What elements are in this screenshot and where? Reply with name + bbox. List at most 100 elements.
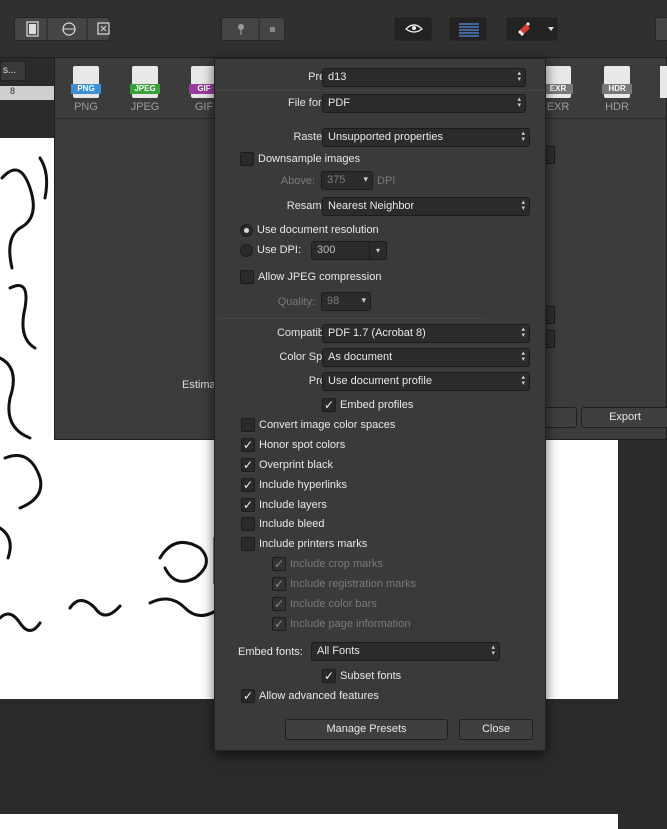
- allow-jpeg-checkbox[interactable]: [240, 270, 254, 284]
- chevron-down-icon[interactable]: ▾: [369, 241, 387, 260]
- dpi-combo[interactable]: 300 ▾: [311, 241, 387, 260]
- document-page-2: [0, 814, 618, 829]
- layers-checkbox[interactable]: ✓: [241, 498, 255, 512]
- quality-value: 98: [327, 295, 340, 307]
- honor-spot-checkbox[interactable]: ✓: [241, 438, 255, 452]
- embed-profiles-label: Embed profiles: [340, 399, 414, 411]
- close-box-icon[interactable]: [97, 22, 110, 35]
- compat-select[interactable]: PDF 1.7 (Acrobat 8) ▴ ▾: [322, 324, 530, 343]
- crop-marks-checkbox[interactable]: ✓: [272, 557, 286, 571]
- ruler-value: 8: [10, 86, 16, 96]
- profile-select[interactable]: Use document profile ▴ ▾: [322, 372, 530, 391]
- convert-colorspaces-checkbox[interactable]: [241, 418, 255, 432]
- grid-view-button[interactable]: [449, 17, 487, 41]
- document-tab[interactable]: s...: [0, 61, 26, 81]
- page-info-checkbox[interactable]: ✓: [272, 617, 286, 631]
- format-hdr-tag: HDR: [602, 84, 632, 94]
- separator: [215, 90, 545, 91]
- above-unit: DPI: [377, 175, 396, 187]
- updown-icon: ▴ ▾: [521, 199, 525, 212]
- use-doc-resolution-label: Use document resolution: [257, 224, 379, 236]
- updown-icon: ▴ ▾: [517, 96, 521, 109]
- preset-value: d13: [328, 71, 347, 83]
- downsample-label: Downsample images: [258, 153, 361, 165]
- snapping-toggle[interactable]: [506, 17, 558, 41]
- layers-label: Include layers: [259, 499, 327, 511]
- format-jpeg-label: JPEG: [130, 101, 160, 113]
- use-dpi-radio[interactable]: [240, 244, 253, 257]
- above-combo[interactable]: 375 ▾: [321, 171, 373, 190]
- allow-jpeg-label: Allow JPEG compression: [258, 271, 382, 283]
- pdf-options-dialog: Preset: d13▴▾ File format: PDF▴▾ Rasteri…: [214, 58, 546, 751]
- updown-icon: ▴ ▾: [521, 374, 525, 387]
- printers-marks-checkbox[interactable]: [241, 537, 255, 551]
- resampler-value: Nearest Neighbor: [328, 200, 415, 212]
- preset-select[interactable]: d13 ▴ ▾: [322, 68, 526, 87]
- updown-icon: ▴ ▾: [521, 326, 525, 339]
- bleed-label: Include bleed: [259, 518, 325, 530]
- rasterize-value: Unsupported properties: [328, 131, 443, 143]
- square-icon[interactable]: [270, 27, 275, 32]
- main-toolbar: [0, 0, 667, 58]
- resampler-select[interactable]: Nearest Neighbor ▴ ▾: [322, 197, 530, 216]
- updown-icon: ▴ ▾: [491, 644, 495, 657]
- format-hdr-label: HDR: [605, 101, 629, 113]
- format-exr-tag: EXR: [543, 84, 573, 94]
- embed-fonts-select[interactable]: All Fonts ▴ ▾: [311, 642, 500, 661]
- lines-icon: [459, 23, 479, 37]
- file-format-select[interactable]: PDF ▴ ▾: [322, 94, 526, 113]
- subset-fonts-label: Subset fonts: [340, 670, 402, 682]
- above-label: Above:: [280, 175, 315, 187]
- manage-presets-button[interactable]: Manage Presets: [285, 719, 448, 740]
- color-bars-checkbox[interactable]: ✓: [272, 597, 286, 611]
- page-icon[interactable]: [26, 21, 39, 37]
- registration-marks-checkbox[interactable]: ✓: [272, 577, 286, 591]
- ruler: 8: [0, 86, 54, 100]
- magnet-icon: [518, 22, 530, 36]
- compat-value: PDF 1.7 (Acrobat 8): [328, 327, 426, 339]
- colorspace-value: As document: [328, 351, 393, 363]
- printers-marks-label: Include printers marks: [259, 538, 368, 550]
- format-hdr[interactable]: HDR HDR: [595, 66, 639, 113]
- close-button[interactable]: Close: [459, 719, 533, 740]
- crop-marks-label: Include crop marks: [290, 558, 383, 570]
- snapping-group: [221, 17, 285, 41]
- format-png[interactable]: PNG PNG: [64, 66, 108, 113]
- updown-icon: ▴ ▾: [521, 130, 525, 143]
- hyperlinks-checkbox[interactable]: ✓: [241, 478, 255, 492]
- use-dpi-label: Use DPI:: [257, 244, 302, 256]
- chevron-down-icon[interactable]: [548, 27, 554, 31]
- color-bars-label: Include color bars: [290, 598, 377, 610]
- quality-combo[interactable]: 98 ▾: [321, 292, 371, 311]
- above-value: 375: [327, 174, 346, 186]
- profile-value: Use document profile: [328, 375, 432, 387]
- hyperlinks-label: Include hyperlinks: [259, 479, 348, 491]
- document-tools-group: [14, 17, 110, 41]
- subset-fonts-checkbox[interactable]: ✓: [322, 669, 336, 683]
- chevron-down-icon: ▾: [361, 295, 366, 305]
- circle-icon[interactable]: [62, 22, 76, 36]
- advanced-features-label: Allow advanced features: [259, 690, 379, 702]
- updown-icon: ▴ ▾: [521, 350, 525, 363]
- file-format-value: PDF: [328, 97, 350, 109]
- overprint-checkbox[interactable]: ✓: [241, 458, 255, 472]
- colorspace-select[interactable]: As document ▴ ▾: [322, 348, 530, 367]
- page-info-label: Include page information: [290, 618, 411, 630]
- format-jpeg[interactable]: JPEG JPEG: [123, 66, 167, 113]
- advanced-features-checkbox[interactable]: ✓: [241, 689, 255, 703]
- honor-spot-label: Honor spot colors: [259, 439, 346, 451]
- pin-icon[interactable]: [238, 24, 244, 35]
- separator: [217, 318, 485, 319]
- export-button[interactable]: Export: [581, 407, 667, 428]
- downsample-checkbox[interactable]: [240, 152, 254, 166]
- format-png-label: PNG: [74, 101, 98, 113]
- registration-marks-label: Include registration marks: [290, 578, 416, 590]
- rasterize-select[interactable]: Unsupported properties ▴ ▾: [322, 128, 530, 147]
- right-edge-button[interactable]: [655, 17, 667, 41]
- embed-profiles-checkbox[interactable]: ✓: [322, 398, 336, 412]
- overprint-label: Overprint black: [259, 459, 333, 471]
- view-mode-button[interactable]: [394, 17, 432, 41]
- use-doc-resolution-radio[interactable]: [240, 224, 253, 237]
- bleed-checkbox[interactable]: [241, 517, 255, 531]
- format-next-peek[interactable]: [660, 66, 667, 98]
